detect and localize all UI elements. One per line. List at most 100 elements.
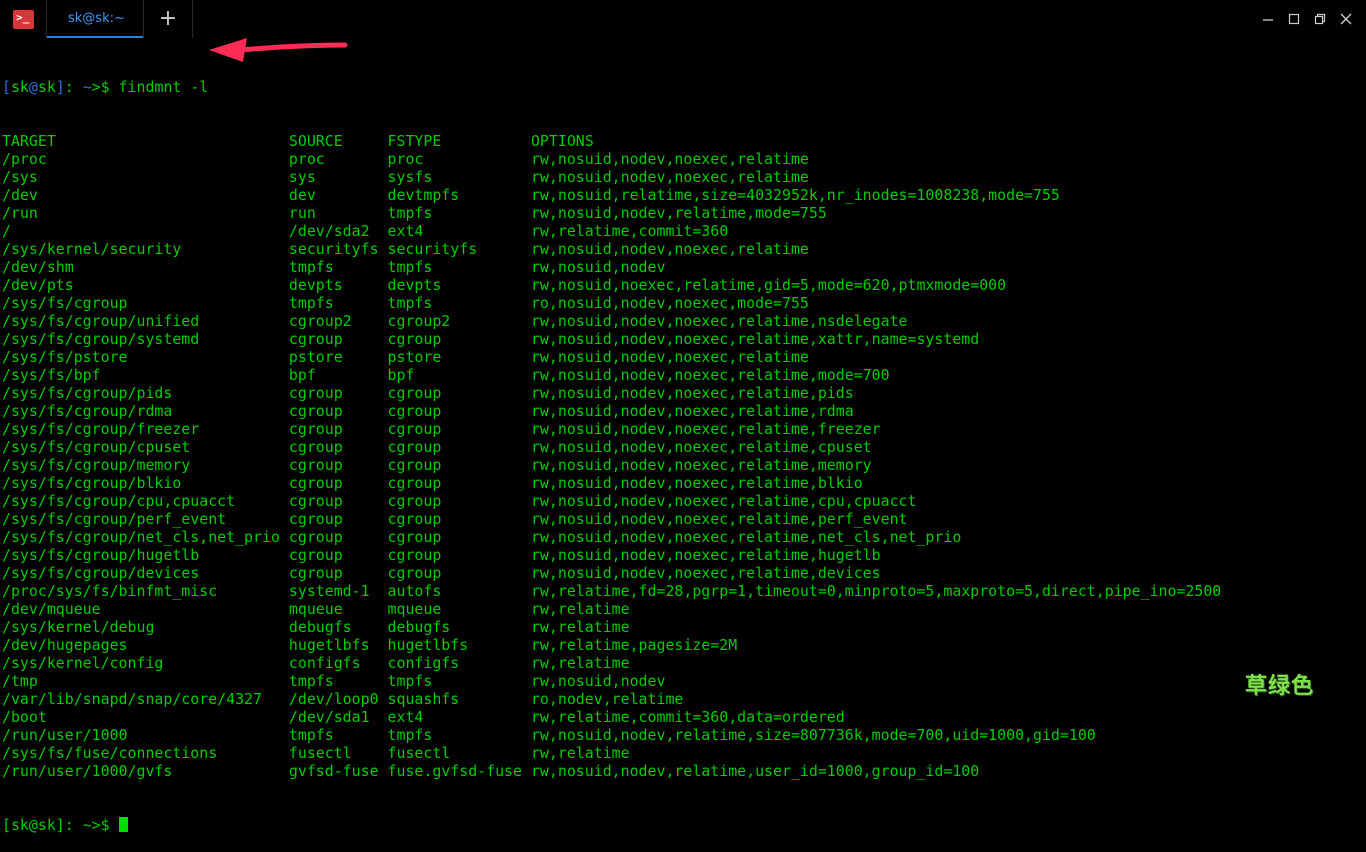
cell-target: /sys/fs/cgroup/memory xyxy=(2,456,289,474)
cell-source: pstore xyxy=(288,348,388,366)
cell-source: cgroup xyxy=(288,474,388,492)
table-row: /sys/kernel/debug debugfs debugfs rw,rel… xyxy=(2,618,1221,636)
cell-options: rw,relatime,fd=28,pgrp=1,timeout=0,minpr… xyxy=(530,582,1222,600)
table-row: /sys/fs/cgroup/unified cgroup2 cgroup2 r… xyxy=(2,312,1221,330)
cursor xyxy=(118,817,128,832)
cell-target: /run xyxy=(2,204,289,222)
cell-source: cgroup xyxy=(288,528,388,546)
cell-target: /sys/fs/pstore xyxy=(2,348,289,366)
cell-fstype: tmpfs xyxy=(387,258,531,276)
table-row: /sys/fs/bpf bpf bpf rw,nosuid,nodev,noex… xyxy=(2,366,1221,384)
cell-source: fusectl xyxy=(288,744,388,762)
cell-fstype: cgroup xyxy=(387,546,531,564)
cell-target: /var/lib/snapd/snap/core/4327 xyxy=(2,690,289,708)
table-row: /tmp tmpfs tmpfs rw,nosuid,nodev xyxy=(2,672,1221,690)
prompt-open-bracket: [ xyxy=(2,78,11,96)
table-row: /dev/mqueue mqueue mqueue rw,relatime xyxy=(2,600,1221,618)
table-row: /sys sys sysfs rw,nosuid,nodev,noexec,re… xyxy=(2,168,1221,186)
cell-source: /dev/loop0 xyxy=(288,690,388,708)
tab-label: sk@sk:~ xyxy=(68,11,125,26)
cell-options: rw,nosuid,nodev,relatime,size=807736k,mo… xyxy=(530,726,1096,744)
cell-fstype: configfs xyxy=(387,654,531,672)
cell-fstype: cgroup xyxy=(387,510,531,528)
cell-source: SOURCE xyxy=(288,132,388,150)
cell-source: cgroup xyxy=(288,384,388,402)
close-button[interactable] xyxy=(1336,9,1356,29)
table-row: /dev dev devtmpfs rw,nosuid,relatime,siz… xyxy=(2,186,1221,204)
cell-target: /dev/pts xyxy=(2,276,289,294)
cell-options: rw,nosuid,nodev,relatime,mode=755 xyxy=(530,204,827,222)
table-row: /sys/fs/cgroup/memory cgroup cgroup rw,n… xyxy=(2,456,1221,474)
cell-options: rw,nosuid,nodev,noexec,relatime,devices xyxy=(530,564,881,582)
cell-options: rw,nosuid,nodev,noexec,relatime xyxy=(530,150,809,168)
cell-target: /sys/kernel/security xyxy=(2,240,289,258)
cell-options: rw,nosuid,nodev,noexec,relatime,freezer xyxy=(530,420,881,438)
terminal-output[interactable]: [sk@sk]: ~>$ findmnt -l TARGET SOURCE FS… xyxy=(2,42,1221,852)
cell-options: rw,relatime,commit=360,data=ordered xyxy=(530,708,845,726)
cell-fstype: cgroup xyxy=(387,402,531,420)
new-tab-button[interactable]: + xyxy=(155,7,181,33)
table-row: /sys/fs/cgroup/blkio cgroup cgroup rw,no… xyxy=(2,474,1221,492)
terminal-icon[interactable]: >_ xyxy=(13,10,34,29)
tab-terminal[interactable]: sk@sk:~ xyxy=(47,0,143,38)
cell-fstype: fuse.gvfsd-fuse xyxy=(387,762,531,780)
cell-fstype: cgroup xyxy=(387,384,531,402)
cell-fstype: cgroup xyxy=(387,438,531,456)
final-prompt: [sk@sk]: ~>$ xyxy=(2,816,119,834)
cell-target: TARGET xyxy=(2,132,289,150)
cell-source: cgroup xyxy=(288,420,388,438)
cell-source: cgroup xyxy=(288,330,388,348)
cell-fstype: hugetlbfs xyxy=(387,636,531,654)
cell-options: rw,nosuid,nodev,noexec,relatime,memory xyxy=(530,456,872,474)
cell-options: rw,nosuid,nodev,relatime,user_id=1000,gr… xyxy=(530,762,980,780)
cell-target: /sys/fs/cgroup/rdma xyxy=(2,402,289,420)
cell-source: cgroup xyxy=(288,492,388,510)
maximize-icon xyxy=(1288,13,1300,25)
cell-options: ro,nodev,relatime xyxy=(530,690,684,708)
cell-source: cgroup xyxy=(288,456,388,474)
cell-fstype: cgroup xyxy=(387,474,531,492)
cell-target: /sys/fs/cgroup xyxy=(2,294,289,312)
cell-target: /sys/fs/cgroup/net_cls,net_prio xyxy=(2,528,289,546)
annotation-arrow-icon xyxy=(209,38,348,62)
cell-source: cgroup xyxy=(288,402,388,420)
cell-target: /sys/kernel/debug xyxy=(2,618,289,636)
cell-options: rw,nosuid,nodev,noexec,relatime,nsdelega… xyxy=(530,312,908,330)
cell-fstype: cgroup xyxy=(387,456,531,474)
cell-target: /run/user/1000 xyxy=(2,726,289,744)
table-row: /sys/fs/cgroup/hugetlb cgroup cgroup rw,… xyxy=(2,546,1221,564)
minimize-button[interactable] xyxy=(1258,9,1278,29)
cell-target: /dev xyxy=(2,186,289,204)
restore-button[interactable] xyxy=(1310,9,1330,29)
cell-target: /dev/shm xyxy=(2,258,289,276)
cell-fstype: securityfs xyxy=(387,240,531,258)
cell-target: /sys/fs/cgroup/cpuset xyxy=(2,438,289,456)
cell-source: configfs xyxy=(288,654,388,672)
cell-source: cgroup2 xyxy=(288,312,388,330)
cell-source: cgroup xyxy=(288,510,388,528)
cell-options: rw,nosuid,relatime,size=4032952k,nr_inod… xyxy=(530,186,1060,204)
cell-options: rw,nosuid,nodev,noexec,relatime xyxy=(530,168,809,186)
cell-source: securityfs xyxy=(288,240,388,258)
cell-fstype: devtmpfs xyxy=(387,186,531,204)
cell-source: systemd-1 xyxy=(288,582,388,600)
cell-target: /sys/fs/cgroup/freezer xyxy=(2,420,289,438)
prompt-user: sk xyxy=(10,78,29,96)
cell-target: /sys/fs/fuse/connections xyxy=(2,744,289,762)
table-row: /proc proc proc rw,nosuid,nodev,noexec,r… xyxy=(2,150,1221,168)
table-row: /sys/fs/cgroup tmpfs tmpfs ro,nosuid,nod… xyxy=(2,294,1221,312)
cell-source: tmpfs xyxy=(288,294,388,312)
prompt-host: sk xyxy=(37,78,56,96)
maximize-button[interactable] xyxy=(1284,9,1304,29)
table-row: /sys/fs/cgroup/net_cls,net_prio cgroup c… xyxy=(2,528,1221,546)
cell-target: /sys/fs/cgroup/blkio xyxy=(2,474,289,492)
table-row: /dev/pts devpts devpts rw,nosuid,noexec,… xyxy=(2,276,1221,294)
findmnt-table: TARGET SOURCE FSTYPE OPTIONS/proc proc p… xyxy=(2,132,1221,780)
cell-fstype: tmpfs xyxy=(387,726,531,744)
cell-fstype: tmpfs xyxy=(387,204,531,222)
cell-options: rw,relatime,pagesize=2M xyxy=(530,636,738,654)
cell-fstype: mqueue xyxy=(387,600,531,618)
cell-source: mqueue xyxy=(288,600,388,618)
prompt-path: ~ xyxy=(82,78,92,96)
cell-target: /proc xyxy=(2,150,289,168)
